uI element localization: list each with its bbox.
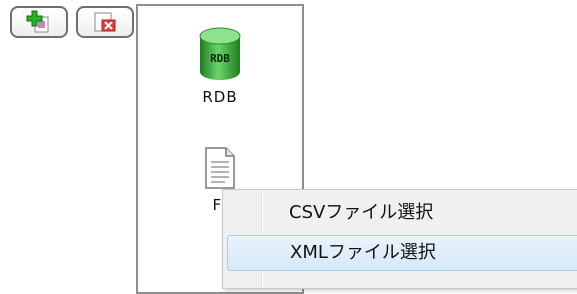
menu-item-select-csv[interactable]: CSVファイル選択 [227, 195, 577, 231]
toolbar [10, 6, 136, 40]
delete-button[interactable] [76, 6, 134, 38]
file-icon [205, 147, 235, 189]
add-icon [26, 10, 49, 33]
context-menu: CSVファイル選択 XMLファイル選択 [222, 189, 577, 289]
database-icon: RDB [199, 27, 241, 80]
delete-icon [94, 12, 116, 32]
palette-item-label: RDB [202, 88, 238, 106]
svg-text:RDB: RDB [210, 52, 230, 65]
palette-item-rdb[interactable]: RDB RDB [138, 26, 302, 106]
add-button[interactable] [10, 6, 68, 38]
menu-item-select-xml[interactable]: XMLファイル選択 [227, 235, 577, 271]
